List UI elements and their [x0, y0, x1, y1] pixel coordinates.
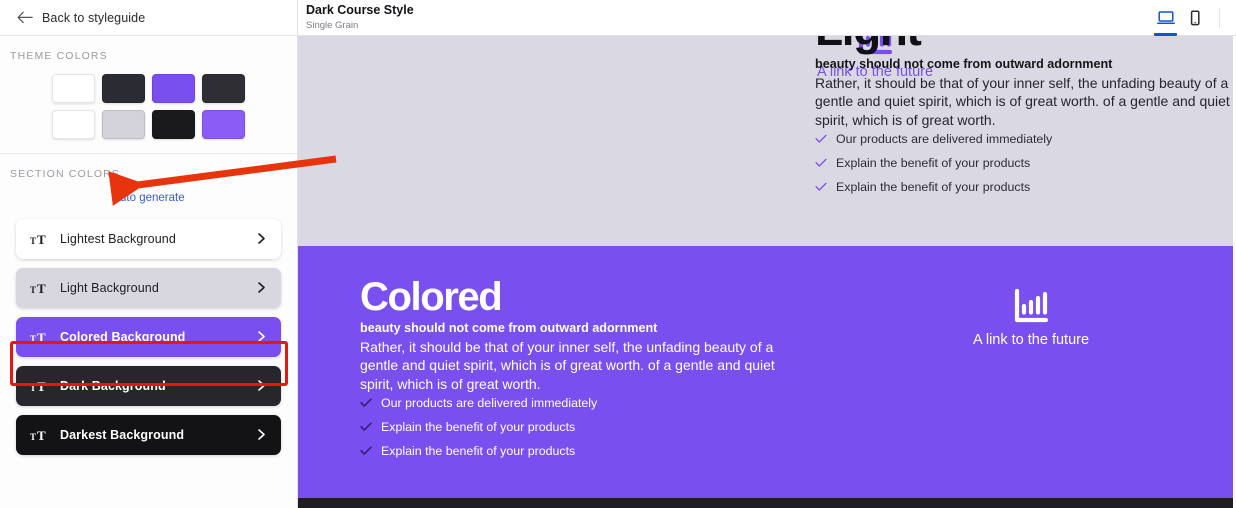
- list-item: Explain the benefit of your products: [360, 444, 775, 458]
- colored-heading: Colored: [360, 275, 503, 319]
- sidebar-item-colored-background[interactable]: T T Colored Background: [16, 317, 281, 357]
- check-icon: [815, 182, 827, 192]
- arrow-left-icon: [16, 11, 33, 25]
- colored-text-column: Colored beauty should not come from outw…: [360, 275, 775, 468]
- theme-swatch-1-2[interactable]: [102, 74, 145, 103]
- light-lead: beauty should not come from outward ador…: [815, 56, 1113, 71]
- theme-swatch-row-2: [52, 110, 245, 139]
- theme-swatch-1-1[interactable]: [52, 74, 95, 103]
- list-item-label: Explain the benefit of your products: [836, 180, 1031, 195]
- chevron-right-icon[interactable]: [255, 428, 269, 442]
- text-size-icon: T T: [30, 233, 50, 246]
- preview-header: Dark Course Style Single Grain: [298, 0, 1236, 36]
- svg-text:T: T: [37, 380, 46, 393]
- list-item-label: Explain the benefit of your products: [381, 444, 576, 459]
- desktop-icon: [1156, 10, 1175, 25]
- auto-generate-wrap: Auto generate: [0, 180, 297, 213]
- text-size-icon: T T: [30, 429, 50, 442]
- sidebar: Back to styleguide THEME COLORS SECTION …: [0, 0, 298, 508]
- back-to-styleguide-button[interactable]: Back to styleguide: [0, 0, 297, 36]
- check-icon: [815, 134, 827, 144]
- list-item-label: Our products are delivered immediately: [381, 396, 598, 411]
- list-item-label: Explain the benefit of your products: [381, 420, 576, 435]
- device-preview-tabs: [1151, 0, 1228, 36]
- light-checklist: Our products are delivered immediately E…: [815, 132, 1233, 194]
- list-item-label: Explain the benefit of your products: [836, 156, 1031, 171]
- list-item: Explain the benefit of your products: [815, 180, 1233, 194]
- chevron-right-icon[interactable]: [255, 232, 269, 246]
- colored-paragraph: Rather, it should be that of your inner …: [360, 339, 775, 392]
- preview-pane: Dark Course Style Single Grain A link to…: [298, 0, 1236, 508]
- theme-colors-heading: THEME COLORS: [10, 50, 108, 62]
- list-item-label: Our products are delivered immediately: [836, 132, 1053, 147]
- chevron-right-icon[interactable]: [255, 281, 269, 295]
- list-item: Explain the benefit of your products: [815, 156, 1233, 170]
- check-icon: [360, 446, 372, 456]
- colored-checklist: Our products are delivered immediately E…: [360, 396, 775, 458]
- preview-title-block: Dark Course Style Single Grain: [305, 3, 1151, 32]
- mobile-icon: [1188, 9, 1202, 26]
- theme-swatch-1-3[interactable]: [152, 74, 195, 103]
- sidebar-item-label: Colored Background: [60, 330, 186, 344]
- sidebar-item-light-background[interactable]: T T Light Background: [16, 268, 281, 308]
- sidebar-item-label: Light Background: [60, 281, 159, 295]
- theme-color-swatches: [0, 62, 297, 153]
- colored-link-text[interactable]: A link to the future: [961, 332, 1101, 348]
- tab-mobile-preview[interactable]: [1180, 0, 1209, 36]
- page-title: Dark Course Style: [306, 3, 414, 18]
- theme-swatch-2-4[interactable]: [202, 110, 245, 139]
- svg-text:T: T: [30, 285, 36, 295]
- theme-swatch-2-3[interactable]: [152, 110, 195, 139]
- preview-section-dark-strip[interactable]: [298, 498, 1233, 508]
- theme-swatch-row-1: [52, 74, 245, 103]
- sidebar-item-darkest-background[interactable]: T T Darkest Background: [16, 415, 281, 455]
- svg-text:T: T: [37, 331, 46, 344]
- bar-chart-icon: [961, 286, 1101, 330]
- back-to-styleguide-label: Back to styleguide: [42, 10, 146, 25]
- theme-swatch-2-2[interactable]: [102, 110, 145, 139]
- light-text-column: Light beauty should not come from outwar…: [815, 36, 1233, 204]
- preview-canvas: A link to the future Light beauty should…: [298, 36, 1233, 508]
- list-item: Explain the benefit of your products: [360, 420, 775, 434]
- auto-generate-link[interactable]: Auto generate: [112, 192, 184, 204]
- light-heading: Light: [815, 36, 1233, 52]
- preview-section-light[interactable]: A link to the future Light beauty should…: [298, 36, 1233, 246]
- svg-text:T: T: [30, 432, 36, 442]
- section-colors-list: T T Lightest Background T T Light Backgr…: [0, 213, 297, 455]
- theme-swatch-1-4[interactable]: [202, 74, 245, 103]
- chevron-right-icon[interactable]: [255, 379, 269, 393]
- preview-section-colored[interactable]: Colored beauty should not come from outw…: [298, 246, 1233, 498]
- tab-desktop-preview[interactable]: [1151, 0, 1180, 36]
- check-icon: [360, 422, 372, 432]
- sidebar-item-lightest-background[interactable]: T T Lightest Background: [16, 219, 281, 259]
- page-subtitle: Single Grain: [306, 19, 359, 31]
- check-icon: [360, 398, 372, 408]
- text-size-icon: T T: [30, 282, 50, 295]
- colored-link-block[interactable]: A link to the future: [961, 286, 1101, 348]
- header-divider: [1219, 7, 1220, 28]
- colored-lead: beauty should not come from outward ador…: [360, 321, 658, 335]
- chevron-right-icon[interactable]: [255, 330, 269, 344]
- sidebar-item-dark-background[interactable]: T T Dark Background: [16, 366, 281, 406]
- sidebar-item-label: Darkest Background: [60, 428, 185, 442]
- svg-text:T: T: [30, 236, 36, 246]
- svg-text:T: T: [37, 429, 46, 442]
- svg-text:T: T: [37, 233, 46, 246]
- svg-text:T: T: [30, 383, 36, 393]
- theme-swatch-2-1[interactable]: [52, 110, 95, 139]
- light-paragraph: Rather, it should be that of your inner …: [815, 74, 1230, 128]
- text-size-icon: T T: [30, 380, 50, 393]
- svg-text:T: T: [30, 334, 36, 344]
- sidebar-item-label: Lightest Background: [60, 232, 176, 246]
- section-colors-heading: SECTION COLORS: [10, 168, 121, 180]
- app-root: Back to styleguide THEME COLORS SECTION …: [0, 0, 1236, 508]
- check-icon: [815, 158, 827, 168]
- svg-text:T: T: [37, 282, 46, 295]
- sidebar-item-label: Dark Background: [60, 379, 166, 393]
- list-item: Our products are delivered immediately: [360, 396, 775, 410]
- text-size-icon: T T: [30, 331, 50, 344]
- list-item: Our products are delivered immediately: [815, 132, 1233, 146]
